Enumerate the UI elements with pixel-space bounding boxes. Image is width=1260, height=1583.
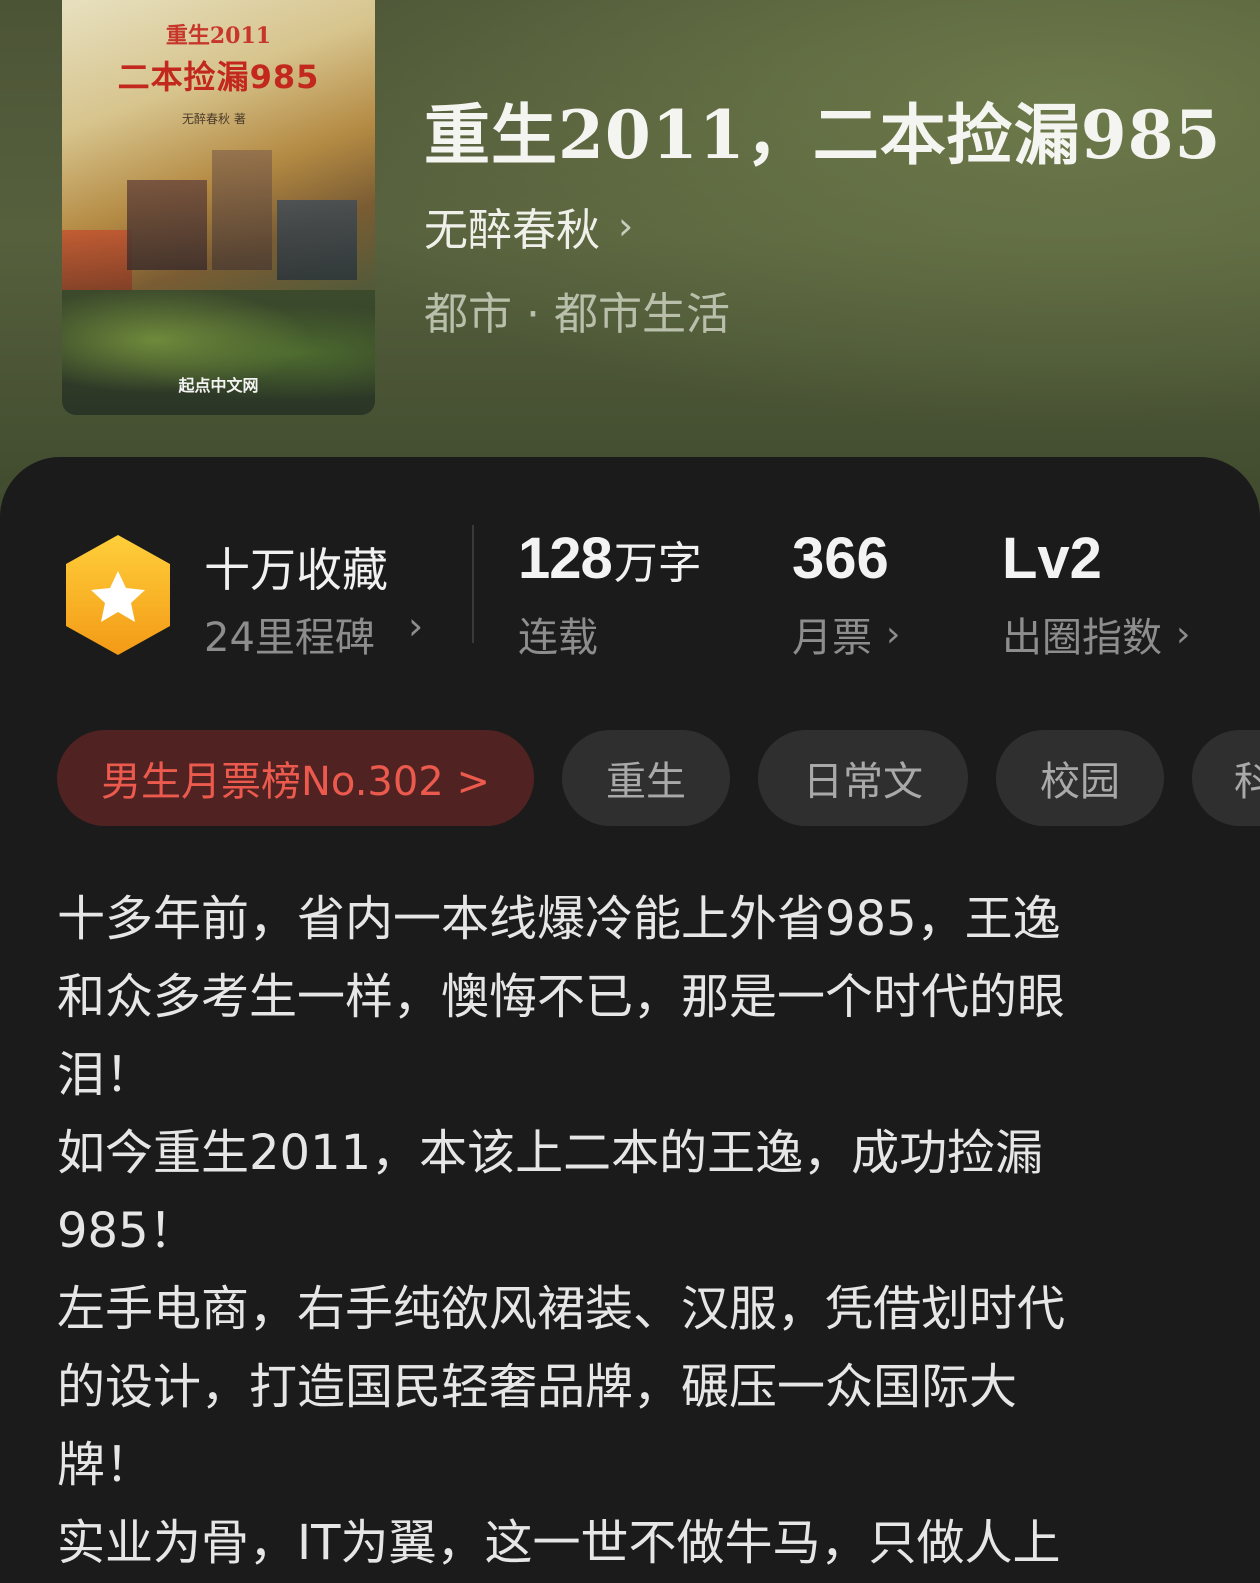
star-badge-icon[interactable]	[62, 533, 174, 657]
stat-divider	[472, 525, 474, 643]
monthly-ticket-value[interactable]: 366	[792, 525, 889, 592]
tag-chip[interactable]: 重生	[562, 730, 730, 826]
word-count-unit: 万字	[613, 538, 702, 589]
popularity-index-label: 出圈指数	[1002, 615, 1162, 661]
monthly-ticket-link[interactable]: 月票 ›	[792, 605, 900, 663]
cover-art-building	[277, 200, 357, 280]
author-name: 无醉春秋	[424, 205, 600, 256]
cover-author: 无醉春秋 著	[182, 112, 246, 126]
cover-art-building	[127, 180, 207, 270]
cover-art-building	[212, 150, 272, 270]
chevron-right-icon: ›	[618, 204, 634, 248]
tag-row: 男生月票榜No.302 > 重生 日常文 校园 科	[0, 730, 1260, 830]
word-count-value: 128	[518, 526, 613, 591]
book-cover[interactable]: 重生2011 二本捡漏985 无醉春秋 著 起点中文网	[62, 0, 375, 415]
rank-tag-button[interactable]: 男生月票榜No.302 >	[57, 730, 534, 826]
monthly-ticket-label: 月票	[792, 615, 872, 661]
tag-chip[interactable]: 日常文	[758, 730, 968, 826]
chevron-right-icon: ›	[886, 613, 901, 655]
chevron-right-icon[interactable]: ›	[408, 604, 423, 648]
chevron-right-icon: ›	[1176, 613, 1191, 655]
serial-status: 连载	[518, 615, 598, 661]
popularity-index-link[interactable]: 出圈指数 ›	[1002, 605, 1190, 663]
cover-publisher: 起点中文网	[178, 376, 259, 395]
cover-art-trees	[62, 290, 375, 415]
word-count: 128万字	[518, 525, 702, 592]
tag-chip[interactable]: 科	[1192, 730, 1260, 826]
genre-label: 都市 · 都市生活	[424, 289, 730, 340]
collect-milestone-label[interactable]: 十万收藏	[204, 534, 388, 600]
hero-header: 重生2011 二本捡漏985 无醉春秋 著 起点中文网 重生2011，二本捡漏9…	[0, 0, 1260, 520]
book-description[interactable]: 十多年前，省内一本线爆冷能上外省985，王逸 和众多考生一样，懊悔不已，那是一个…	[57, 880, 1207, 1582]
popularity-index-value[interactable]: Lv2	[1002, 525, 1102, 592]
author-link[interactable]: 无醉春秋 ›	[424, 194, 633, 258]
milestone-count[interactable]: 24里程碑	[204, 605, 375, 663]
book-title: 重生2011，二本捡漏985	[424, 96, 1222, 174]
tag-chip[interactable]: 校园	[996, 730, 1164, 826]
cover-title-line2: 二本捡漏985	[117, 58, 320, 96]
cover-title-line1: 重生2011	[165, 23, 272, 49]
